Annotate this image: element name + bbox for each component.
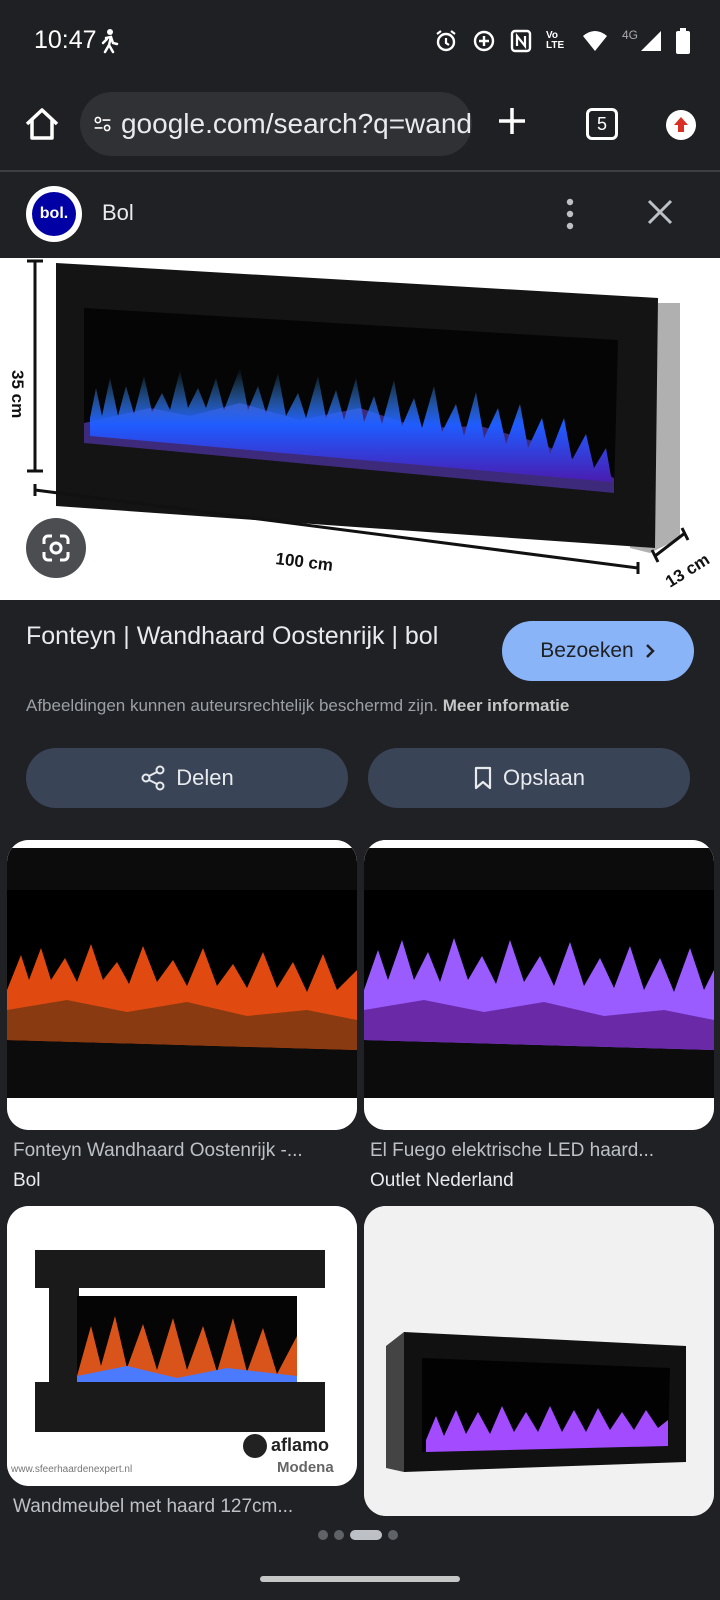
network-type: 4G bbox=[621, 28, 638, 42]
signal-icon bbox=[641, 31, 661, 51]
source-logo: bol. bbox=[26, 186, 82, 242]
related-image-1[interactable] bbox=[7, 840, 357, 1130]
page-dot-active[interactable] bbox=[350, 1530, 382, 1540]
share-icon bbox=[141, 765, 165, 791]
bol-logo-text: bol. bbox=[32, 192, 76, 236]
lens-icon bbox=[42, 534, 70, 562]
disclaimer-text: Afbeeldingen kunnen auteursrechtelijk be… bbox=[26, 696, 439, 715]
share-button[interactable]: Delen bbox=[26, 748, 348, 808]
wifi-icon bbox=[582, 31, 607, 51]
walk-icon bbox=[101, 29, 119, 54]
related-image-4[interactable] bbox=[364, 1206, 714, 1516]
home-icon[interactable] bbox=[22, 104, 62, 144]
related-1-source: Bol bbox=[13, 1170, 41, 1191]
address-bar[interactable]: google.com/search?q=wand bbox=[80, 92, 472, 156]
data-saver-icon bbox=[473, 30, 495, 52]
fireplace-black-image bbox=[364, 1206, 714, 1516]
site-settings-icon[interactable] bbox=[92, 108, 113, 140]
fireplace-purple-image bbox=[364, 840, 714, 1130]
share-label: Delen bbox=[176, 765, 234, 790]
dim-height-label: 35 cm bbox=[8, 370, 27, 418]
update-button[interactable] bbox=[666, 110, 696, 140]
status-time: 10:47 bbox=[34, 26, 97, 54]
tab-switcher-button[interactable]: 5 bbox=[586, 108, 618, 140]
plus-icon bbox=[499, 108, 525, 134]
close-icon[interactable] bbox=[644, 196, 676, 228]
fireplace-dimension-image: 35 cm 100 cm 13 cm bbox=[0, 258, 720, 600]
related-3-title[interactable]: Wandmeubel met haard 127cm... bbox=[13, 1496, 293, 1518]
more-info-link[interactable]: Meer informatie bbox=[443, 696, 570, 715]
result-title[interactable]: Fonteyn | Wandhaard Oostenrijk | bol bbox=[26, 620, 456, 653]
watermark-model: Modena bbox=[277, 1459, 334, 1476]
arrow-up-icon bbox=[674, 117, 688, 132]
chevron-right-icon bbox=[645, 644, 655, 658]
more-options-icon[interactable] bbox=[566, 198, 574, 230]
visit-button[interactable]: Bezoeken bbox=[502, 621, 694, 681]
battery-icon bbox=[676, 28, 690, 54]
related-2-title[interactable]: El Fuego elektrische LED haard... bbox=[370, 1140, 654, 1162]
page-dot[interactable] bbox=[318, 1530, 328, 1540]
copyright-disclaimer: Afbeeldingen kunnen auteursrechtelijk be… bbox=[26, 696, 569, 716]
gesture-bar[interactable] bbox=[260, 1576, 460, 1582]
related-1-title[interactable]: Fonteyn Wandhaard Oostenrijk -... bbox=[13, 1140, 303, 1162]
bookmark-icon bbox=[474, 766, 492, 790]
new-tab-button[interactable] bbox=[497, 102, 527, 142]
related-2-source: Outlet Nederland bbox=[370, 1170, 514, 1191]
url-text: google.com/search?q=wand bbox=[120, 108, 472, 139]
watermark-brand: aflamo bbox=[271, 1435, 329, 1455]
watermark-site: www.sfeerhaardenexpert.nl bbox=[10, 1464, 132, 1475]
fireplace-wall-unit-image: aflamo Modena www.sfeerhaardenexpert.nl bbox=[7, 1206, 357, 1486]
visit-label: Bezoeken bbox=[540, 639, 634, 662]
alarm-icon bbox=[436, 30, 456, 52]
status-icons: Vo LTE 4G bbox=[434, 28, 690, 54]
page-dot[interactable] bbox=[388, 1530, 398, 1540]
nfc-icon bbox=[510, 29, 532, 53]
related-image-2[interactable] bbox=[364, 840, 714, 1130]
save-button[interactable]: Opslaan bbox=[368, 748, 690, 808]
pagination-dots bbox=[318, 1530, 398, 1540]
preview-image[interactable]: 35 cm 100 cm 13 cm bbox=[0, 258, 720, 600]
source-name: Bol bbox=[102, 200, 134, 225]
volte-icon: Vo LTE bbox=[545, 30, 565, 51]
related-image-3[interactable]: aflamo Modena www.sfeerhaardenexpert.nl bbox=[7, 1206, 357, 1486]
fireplace-orange-image bbox=[7, 840, 357, 1130]
page-dot[interactable] bbox=[334, 1530, 344, 1540]
save-label: Opslaan bbox=[503, 765, 585, 790]
google-lens-button[interactable] bbox=[26, 518, 86, 578]
